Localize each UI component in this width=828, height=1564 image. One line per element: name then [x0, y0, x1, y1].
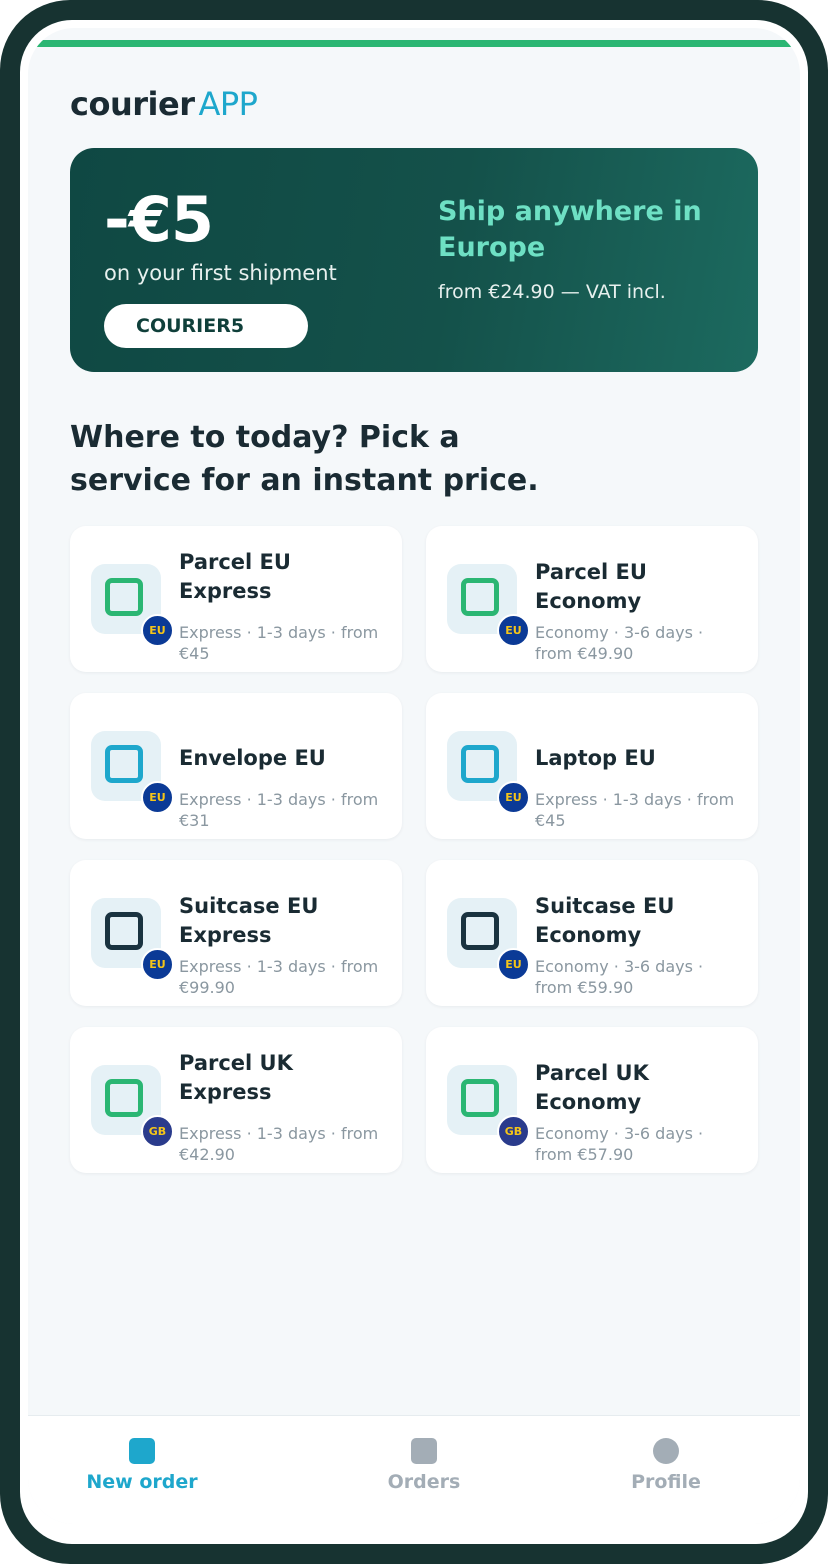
service-meta: Economy · 3-6 days · from €49.90 — [535, 623, 704, 663]
service-icon-box: EU — [447, 564, 530, 647]
service-meta: Economy · 3-6 days · from €59.90 — [535, 957, 704, 997]
service-card-envelope-eu[interactable]: EU Envelope EU Express · 1-3 days · from… — [70, 693, 402, 839]
tab-label: Profile — [631, 1471, 701, 1493]
service-icon-box: GB — [447, 1065, 530, 1148]
service-icon-box: GB — [91, 1065, 174, 1148]
service-title: Parcel EU Express — [179, 550, 291, 603]
service-meta: Economy · 3-6 days · from €57.90 — [535, 1124, 704, 1164]
service-meta: Express · 1-3 days · from €31 — [179, 790, 379, 830]
tab-label: New order — [86, 1471, 198, 1493]
orders-icon — [411, 1438, 437, 1464]
service-card-parcel-eu-economy[interactable]: EU Parcel EU Economy Economy · 3-6 days … — [426, 526, 758, 672]
eu-flag-badge: EU — [497, 614, 530, 647]
service-title: Parcel EU Economy — [535, 560, 647, 613]
promo-price: from €24.90 — VAT incl. — [438, 281, 666, 303]
service-icon-box: EU — [91, 564, 174, 647]
service-title: Suitcase EU Economy — [535, 894, 675, 947]
promo-code-button[interactable]: COURIER5 — [104, 304, 308, 348]
eu-flag-badge: EU — [141, 948, 174, 981]
package-icon — [105, 1079, 143, 1117]
tab-label: Orders — [387, 1471, 461, 1493]
service-meta: Express · 1-3 days · from €45 — [179, 623, 379, 663]
tab-orders[interactable]: Orders — [324, 1416, 524, 1524]
package-icon — [461, 1079, 499, 1117]
service-title: Laptop EU — [535, 746, 656, 770]
package-icon — [105, 578, 143, 616]
service-icon-box: EU — [447, 731, 530, 814]
app-logo: courier APP — [70, 84, 258, 124]
eu-flag-badge: EU — [497, 948, 530, 981]
gb-flag-badge: GB — [141, 1115, 174, 1148]
new-order-icon — [129, 1438, 155, 1464]
bottom-tab-bar: New order Orders Profile — [28, 1415, 800, 1524]
eu-flag-badge: EU — [141, 614, 174, 647]
laptop-icon — [461, 745, 499, 783]
device-frame: courier APP -€5 on your first shipment CO… — [0, 0, 828, 1564]
section-heading: Where to today? Pick a service for an in… — [70, 420, 539, 498]
service-card-parcel-uk-express[interactable]: GB Parcel UK Express Express · 1-3 days … — [70, 1027, 402, 1173]
service-icon-box: EU — [91, 731, 174, 814]
service-meta: Express · 1-3 days · from €99.90 — [179, 957, 379, 997]
service-icon-box: EU — [447, 898, 530, 981]
service-card-parcel-uk-economy[interactable]: GB Parcel UK Economy Economy · 3-6 days … — [426, 1027, 758, 1173]
envelope-icon — [105, 745, 143, 783]
promo-subtitle: on your first shipment — [104, 261, 337, 285]
package-icon — [461, 578, 499, 616]
gb-flag-badge: GB — [497, 1115, 530, 1148]
service-title: Envelope EU — [179, 746, 326, 770]
accent-bar — [28, 40, 800, 47]
promo-amount: -€5 — [104, 183, 214, 256]
eu-flag-badge: EU — [141, 781, 174, 814]
service-meta: Express · 1-3 days · from €45 — [535, 790, 735, 830]
logo-part-app: APP — [198, 85, 258, 123]
suitcase-icon — [105, 912, 143, 950]
service-card-parcel-eu-express[interactable]: EU Parcel EU Express Express · 1-3 days … — [70, 526, 402, 672]
tab-new-order[interactable]: New order — [42, 1416, 242, 1524]
service-meta: Express · 1-3 days · from €42.90 — [179, 1124, 379, 1164]
promo-headline: Ship anywhere in Europe — [438, 196, 702, 263]
service-title: Parcel UK Express — [179, 1051, 293, 1104]
eu-flag-badge: EU — [497, 781, 530, 814]
suitcase-icon — [461, 912, 499, 950]
profile-icon — [653, 1438, 679, 1464]
service-card-laptop-eu[interactable]: EU Laptop EU Express · 1-3 days · from €… — [426, 693, 758, 839]
logo-part-courier: courier — [70, 85, 195, 123]
service-card-suitcase-eu-economy[interactable]: EU Suitcase EU Economy Economy · 3-6 day… — [426, 860, 758, 1006]
service-title: Parcel UK Economy — [535, 1061, 649, 1114]
service-icon-box: EU — [91, 898, 174, 981]
service-grid: EU Parcel EU Express Express · 1-3 days … — [70, 526, 758, 1173]
service-title: Suitcase EU Express — [179, 894, 319, 947]
promo-banner[interactable]: -€5 on your first shipment COURIER5 Ship… — [70, 148, 758, 372]
tab-profile[interactable]: Profile — [566, 1416, 766, 1524]
service-card-suitcase-eu-express[interactable]: EU Suitcase EU Express Express · 1-3 day… — [70, 860, 402, 1006]
app-screen: courier APP -€5 on your first shipment CO… — [28, 28, 800, 1524]
